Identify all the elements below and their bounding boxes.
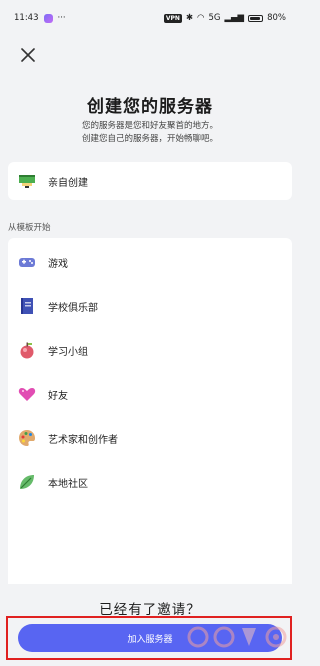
template-label: 学校俱乐部 — [48, 302, 98, 314]
gamepad-icon — [16, 251, 38, 273]
status-more-icon: ··· — [57, 13, 66, 23]
template-item-local-community[interactable]: 本地社区 — [8, 460, 292, 504]
subtitle-line-1: 您的服务器是您和好友聚首的地方。 — [81, 121, 218, 131]
template-item-friends[interactable]: 好友 — [8, 372, 292, 416]
book-icon — [16, 295, 38, 317]
close-button[interactable] — [18, 45, 38, 65]
templates-list: 游戏 学校俱乐部 学习小组 好友 艺术家和创作者 本地社区 — [8, 238, 292, 584]
invite-question: 已经有了邀请？ — [99, 602, 201, 618]
template-item-gaming[interactable]: 游戏 — [8, 240, 292, 284]
bluetooth-icon: ✱ — [185, 13, 194, 23]
vpn-badge: VPN — [163, 13, 182, 23]
template-item-school-club[interactable]: 学校俱乐部 — [8, 284, 292, 328]
app-notification-icon — [43, 13, 53, 23]
apple-icon — [16, 339, 38, 361]
create-myself-option[interactable]: 亲自创建 — [8, 162, 292, 200]
template-label: 学习小组 — [48, 346, 88, 358]
heart-icon — [16, 383, 38, 405]
battery-icon — [248, 14, 264, 22]
network-label: 5G — [208, 13, 221, 23]
leaf-icon — [16, 471, 38, 493]
template-label: 好友 — [48, 390, 68, 402]
templates-section-label: 从模板开始 — [8, 223, 51, 233]
wifi-icon: ◠ — [197, 13, 205, 23]
template-item-artists[interactable]: 艺术家和创作者 — [8, 416, 292, 460]
template-label: 艺术家和创作者 — [48, 434, 118, 446]
close-icon — [21, 48, 35, 62]
status-bar: 11:43 ··· VPN ✱ ◠ 5G ▂▄▆ 80% — [0, 0, 300, 36]
page-title: 创建您的服务器 — [87, 97, 213, 117]
palette-icon — [16, 427, 38, 449]
signal-icon: ▂▄▆ — [224, 13, 245, 23]
subtitle-line-2: 创建您自己的服务器，开始畅聊吧。 — [81, 134, 218, 144]
template-item-study-group[interactable]: 学习小组 — [8, 328, 292, 372]
create-myself-label: 亲自创建 — [48, 177, 88, 189]
pixel-pencil-icon — [16, 170, 38, 192]
page-subtitle: 您的服务器是您和好友聚首的地方。 创建您自己的服务器，开始畅聊吧。 — [0, 120, 300, 146]
template-label: 游戏 — [48, 258, 68, 270]
watermark-logo — [187, 626, 287, 648]
battery-percent: 80% — [267, 13, 286, 23]
template-label: 本地社区 — [48, 478, 88, 490]
status-time: 11:43 — [14, 13, 39, 23]
